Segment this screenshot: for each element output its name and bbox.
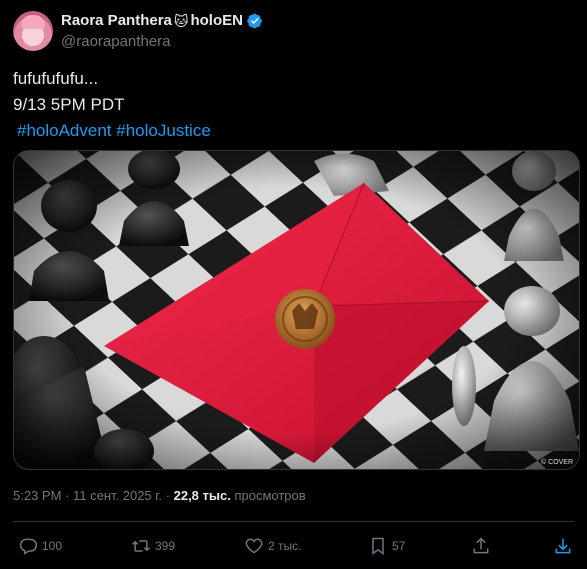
- views-count: 22,8 тыс.: [173, 488, 231, 503]
- repost-count: 399: [155, 539, 176, 553]
- views-label: просмотров: [234, 488, 306, 503]
- author-handle[interactable]: @raorapanthera: [61, 33, 263, 50]
- download-button[interactable]: [553, 536, 573, 556]
- repost-icon: [132, 540, 150, 552]
- like-count: 2 тыс.: [268, 539, 302, 553]
- hashtag-link[interactable]: #holoAdvent: [17, 121, 112, 140]
- share-button[interactable]: [471, 536, 491, 556]
- bookmark-icon: [372, 537, 384, 555]
- meta-separator: ·: [61, 488, 73, 503]
- divider: [13, 521, 574, 522]
- cat-emoji-icon: 🐱: [173, 13, 189, 29]
- tweet-time[interactable]: 5:23 PM: [13, 488, 61, 503]
- tweet-header: Raora Panthera 🐱 holoEN @raorapanthera: [61, 12, 263, 50]
- author-display-name[interactable]: Raora Panthera: [61, 12, 172, 30]
- hashtag-link[interactable]: #holoJustice: [116, 121, 211, 140]
- verified-badge-icon: [247, 13, 262, 29]
- repost-button[interactable]: 399: [131, 536, 175, 556]
- tweet-meta: 5:23 PM · 11 сент. 2025 г. · 22,8 тыс. п…: [13, 488, 306, 503]
- tweet-date[interactable]: 11 сент. 2025 г.: [73, 488, 162, 503]
- meta-separator: ·: [162, 488, 174, 503]
- author-name-row[interactable]: Raora Panthera 🐱 holoEN: [61, 12, 263, 30]
- image-watermark: © COVER: [541, 459, 573, 466]
- reply-button[interactable]: 100: [18, 536, 62, 556]
- hashtag-list: #holoAdvent #holoJustice: [13, 118, 211, 144]
- reply-count: 100: [42, 539, 63, 553]
- share-icon: [473, 537, 489, 554]
- reply-icon: [19, 538, 38, 555]
- heart-icon: [245, 538, 263, 554]
- avatar[interactable]: [13, 11, 53, 51]
- download-icon: [555, 538, 571, 554]
- tweet-actions-bar: 100 399 2 тыс. 57: [13, 536, 574, 560]
- tweet-line: 9/13 5PM PDT: [13, 95, 125, 114]
- tweet-line: fufufufufu...: [13, 69, 99, 88]
- tweet-text: fufufufufu... 9/13 5PM PDT #holoAdvent #…: [13, 66, 211, 144]
- bookmark-count: 57: [392, 539, 406, 553]
- bookmark-button[interactable]: 57: [368, 536, 405, 556]
- author-name-suffix[interactable]: holoEN: [190, 12, 243, 30]
- like-button[interactable]: 2 тыс.: [244, 536, 301, 556]
- tweet-image[interactable]: © COVER: [13, 150, 580, 470]
- chessboard-envelope-illustration: [14, 151, 579, 469]
